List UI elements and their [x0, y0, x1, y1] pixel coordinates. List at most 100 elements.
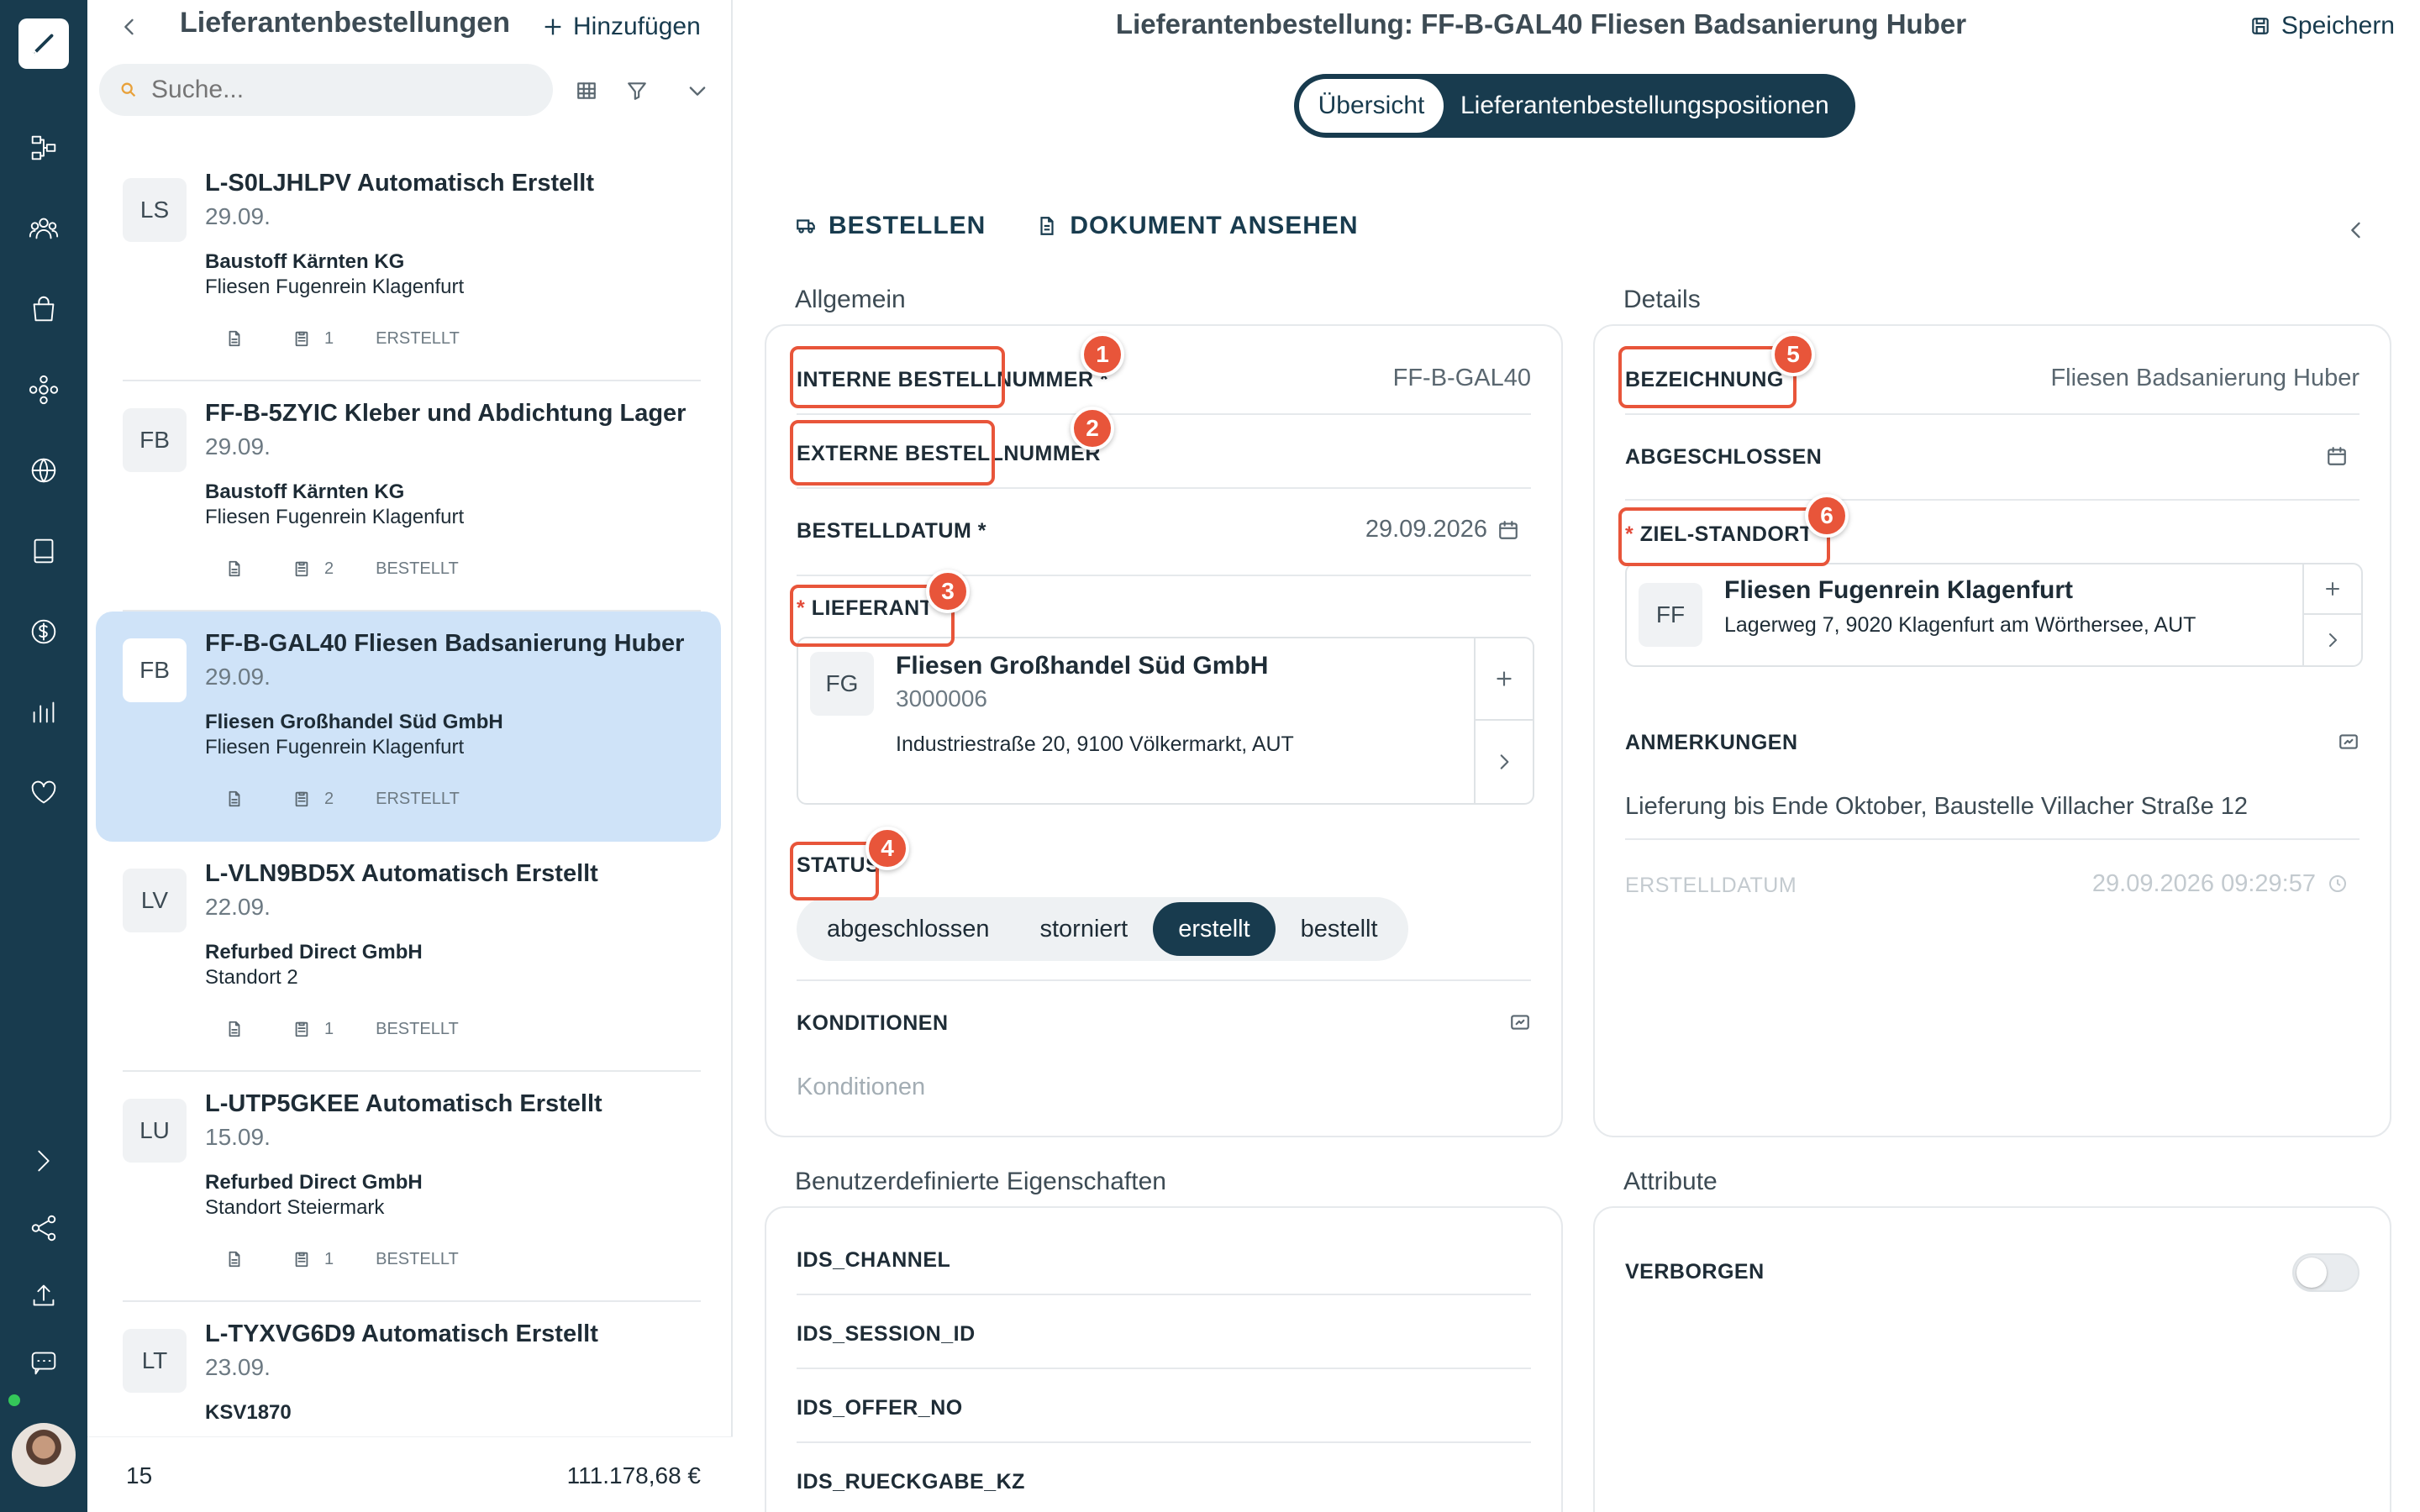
internal-order-no-value[interactable]: FF-B-GAL40 — [1393, 365, 1531, 392]
status-option-storniert[interactable]: storniert — [1014, 902, 1153, 956]
search-input[interactable] — [151, 76, 504, 104]
list-item-status: BESTELLT — [376, 559, 459, 578]
list-item[interactable]: FB FF-B-GAL40 Fliesen Badsanierung Huber 2… — [96, 612, 721, 842]
notes-value[interactable]: Lieferung bis Ende Oktober, Baustelle Vi… — [1625, 793, 2248, 821]
annotation-box-5 — [1618, 346, 1797, 408]
nav-share-icon[interactable] — [22, 1206, 66, 1250]
search-box[interactable] — [99, 64, 553, 116]
nav-rail — [0, 0, 87, 1512]
table-icon — [577, 82, 596, 99]
app-root: Lieferantenbestellungen Hinzufügen LS L-S… — [0, 0, 2420, 1512]
document-icon — [1040, 217, 1054, 235]
add-button-label: Hinzufügen — [573, 13, 701, 40]
clipboard-icon — [291, 1018, 313, 1040]
nav-globe-icon[interactable] — [22, 449, 66, 492]
supplier-open-button[interactable] — [1476, 721, 1533, 803]
filter-icon — [628, 82, 646, 100]
plus-icon — [2326, 582, 2339, 596]
list-total: 111.178,68 € — [566, 1462, 701, 1488]
divider — [797, 1368, 1531, 1369]
target-location-card[interactable]: FF Fliesen Fugenrein Klagenfurt Lagerweg… — [1625, 563, 2363, 667]
supplier-card[interactable]: FG Fliesen Großhandel Süd GmbH 3000006 I… — [797, 637, 1534, 805]
nav-upload-icon[interactable] — [22, 1273, 66, 1317]
list-item-status: ERSTELLT — [376, 328, 460, 348]
list-title: Lieferantenbestellungen — [180, 7, 510, 39]
section-custom-properties: Benutzerdefinierte Eigenschaften — [795, 1168, 1166, 1195]
nav-chart-icon[interactable] — [22, 690, 66, 734]
completed-label: ABGESCHLOSSEN — [1625, 445, 1823, 469]
supplier-name[interactable]: Fliesen Großhandel Süd GmbH — [896, 652, 1268, 680]
tab-positionen[interactable]: Lieferantenbestellungspositionen — [1444, 79, 1846, 133]
list-item[interactable]: FB FF-B-5ZYIC Kleber und Abdichtung Lager… — [96, 381, 721, 612]
online-status-dot — [7, 1393, 22, 1408]
list-item-date: 29.09. — [205, 203, 271, 229]
hidden-toggle[interactable] — [2292, 1253, 2360, 1292]
list-item-count: 2 — [324, 789, 334, 808]
target-location-name[interactable]: Fliesen Fugenrein Klagenfurt — [1724, 576, 2073, 605]
list-item-status: BESTELLT — [376, 1019, 459, 1038]
status-option-bestellt[interactable]: bestellt — [1276, 902, 1403, 956]
list-item-date: 22.09. — [205, 894, 271, 920]
nav-shop-icon[interactable] — [22, 287, 66, 331]
nav-workflow-icon[interactable] — [22, 126, 66, 170]
nav-heart-icon[interactable] — [22, 771, 66, 815]
target-open-button[interactable] — [2304, 615, 2361, 665]
view-document-button[interactable]: DOKUMENT ANSEHEN — [1036, 212, 1358, 240]
annotation-badge-5: 5 — [1771, 333, 1815, 376]
list-item[interactable]: LU L-UTP5GKEE Automatisch Erstellt 15.09. R… — [96, 1072, 721, 1302]
nav-expand-icon[interactable] — [22, 1139, 66, 1183]
order-action-button[interactable]: BESTELLEN — [795, 212, 986, 240]
list-item-meta: 2 BESTELLT — [224, 558, 459, 580]
calendar-icon[interactable] — [1497, 519, 1519, 541]
nav-users-icon[interactable] — [22, 207, 66, 250]
expand-editor-icon[interactable] — [1509, 1011, 1531, 1033]
list-item[interactable]: LS L-S0LJHLPV Automatisch Erstellt 29.09. B… — [96, 151, 721, 381]
nav-chat-icon[interactable] — [22, 1341, 66, 1384]
conditions-input[interactable]: Konditionen — [797, 1074, 925, 1101]
list-item-supplier: Baustoff Kärnten KG — [205, 250, 405, 273]
clipboard-icon — [291, 558, 313, 580]
status-option-abgeschlossen[interactable]: abgeschlossen — [802, 902, 1014, 956]
clipboard-icon — [291, 1248, 313, 1270]
divider — [1625, 838, 2360, 840]
brush-icon — [31, 34, 54, 56]
nav-dollar-icon[interactable] — [22, 610, 66, 654]
custom-field-label: IDS_RUECKGABE_KZ — [797, 1470, 1025, 1494]
list-item-count: 1 — [324, 1019, 334, 1038]
order-date-label: BESTELLDATUM * — [797, 519, 986, 543]
list-menu-button[interactable] — [681, 74, 714, 108]
tab-uebersicht[interactable]: Übersicht — [1299, 79, 1444, 133]
truck-icon — [797, 219, 815, 234]
status-segmented-control: abgeschlossen storniert erstellt bestell… — [797, 897, 1408, 961]
details-card: BEZEICHNUNG Fliesen Badsanierung Huber A… — [1593, 324, 2391, 1137]
floppy-icon — [2252, 18, 2269, 34]
table-view-button[interactable] — [570, 74, 603, 108]
supplier-add-button[interactable] — [1476, 638, 1533, 721]
collapse-button[interactable] — [2339, 213, 2373, 247]
nav-network-icon[interactable] — [22, 368, 66, 412]
add-button[interactable]: Hinzufügen — [541, 10, 701, 44]
nav-book-icon[interactable] — [22, 529, 66, 573]
list-item-status: BESTELLT — [376, 1249, 459, 1268]
list-item-count: 2 — [324, 559, 334, 578]
expand-editor-icon[interactable] — [2338, 731, 2360, 753]
target-add-button[interactable] — [2304, 564, 2361, 615]
divider — [1625, 413, 2360, 415]
name-value[interactable]: Fliesen Badsanierung Huber — [2050, 365, 2360, 392]
back-button[interactable] — [113, 10, 146, 44]
list-item-supplier: Refurbed Direct GmbH — [205, 941, 423, 963]
app-logo[interactable] — [18, 18, 69, 69]
list-item[interactable]: LV L-VLN9BD5X Automatisch Erstellt 22.09. R… — [96, 842, 721, 1072]
calendar-icon[interactable] — [2326, 445, 2348, 467]
save-button[interactable]: Speichern — [2249, 12, 2395, 40]
user-avatar[interactable] — [12, 1423, 76, 1487]
order-date-value[interactable]: 29.09.2026 — [1365, 516, 1487, 543]
list-item-supplier: KSV1870 — [205, 1401, 292, 1424]
list-item-supplier: Fliesen Großhandel Süd GmbH — [205, 711, 503, 733]
divider — [1625, 499, 2360, 501]
filter-button[interactable] — [620, 74, 654, 108]
list-item-location: Fliesen Fugenrein Klagenfurt — [205, 736, 465, 759]
chevron-left-icon — [2351, 222, 2360, 239]
status-option-erstellt[interactable]: erstellt — [1153, 902, 1276, 956]
divider — [797, 979, 1531, 981]
